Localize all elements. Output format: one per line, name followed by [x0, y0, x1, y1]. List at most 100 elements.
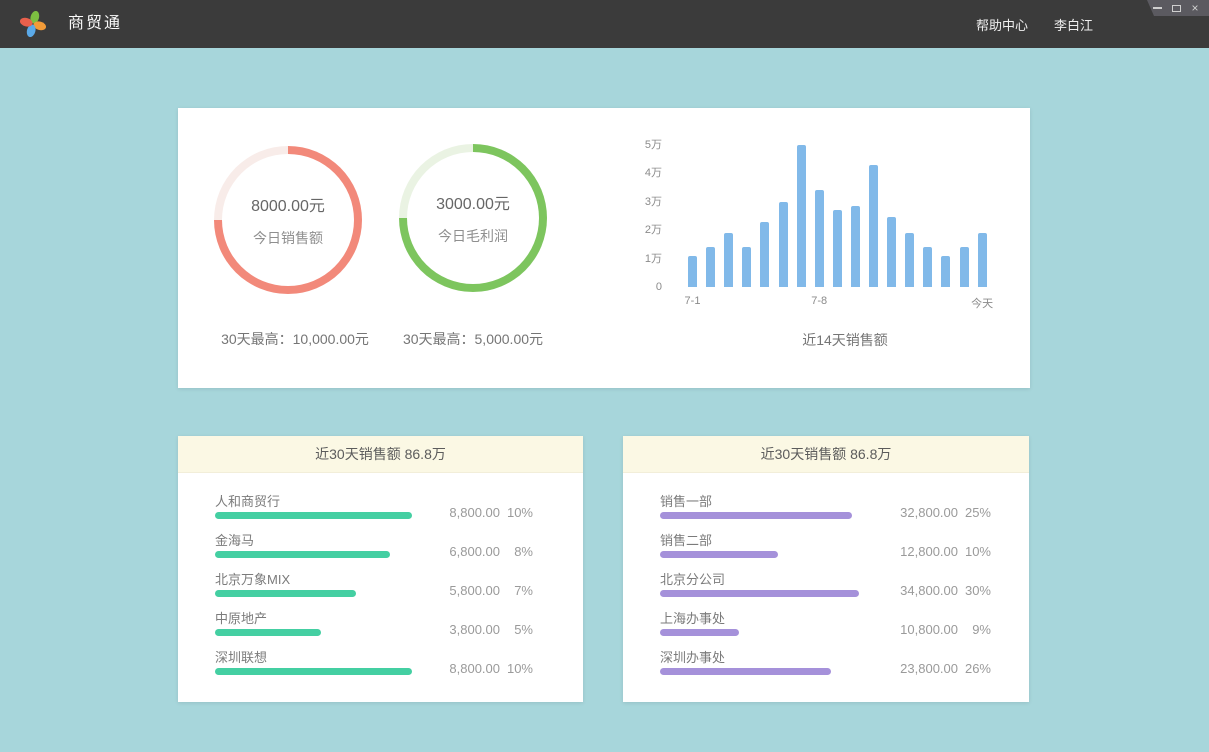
- sales-bar-day-13: [905, 233, 914, 287]
- sales-bar-day-1: [688, 256, 697, 287]
- row-values: 5,800.007%: [449, 583, 533, 598]
- sales-bar-day-5: [760, 222, 769, 287]
- row-bar: [215, 590, 356, 597]
- close-button[interactable]: ×: [1190, 2, 1200, 14]
- gauge-hole: 8000.00元 今日销售额: [222, 154, 354, 286]
- customers-sales-card: 近30天销售额 86.8万 人和商贸行8,800.0010%金海马6,800.0…: [178, 436, 583, 702]
- list-row: 北京分公司34,800.0030%: [660, 564, 991, 603]
- list-row: 销售一部32,800.0025%: [660, 486, 991, 525]
- row-values: 32,800.0025%: [900, 505, 991, 520]
- list-row: 中原地产3,800.005%: [215, 603, 533, 642]
- row-percent: 25%: [958, 505, 991, 520]
- sales-bar-day-17: [978, 233, 987, 287]
- topbar: 商贸通 帮助中心 李白江 ×: [0, 0, 1209, 48]
- list-row: 销售二部12,800.0010%: [660, 525, 991, 564]
- row-percent: 8%: [500, 544, 533, 559]
- row-values: 3,800.005%: [449, 622, 533, 637]
- row-percent: 10%: [500, 661, 533, 676]
- row-amount: 5,800.00: [449, 583, 500, 598]
- row-amount: 8,800.00: [449, 661, 500, 676]
- list-row: 深圳办事处23,800.0026%: [660, 642, 991, 681]
- customers-list: 人和商贸行8,800.0010%金海马6,800.008%北京万象MIX5,80…: [178, 473, 583, 681]
- sales-bar-day-12: [887, 217, 896, 287]
- app-logo-icon: [20, 11, 46, 37]
- gauge-today-sales: 8000.00元 今日销售额: [214, 146, 362, 294]
- departments-list: 销售一部32,800.0025%销售二部12,800.0010%北京分公司34,…: [623, 473, 1029, 681]
- row-values: 23,800.0026%: [900, 661, 991, 676]
- departments-card-header: 近30天销售额 86.8万: [623, 436, 1029, 473]
- row-bar: [660, 512, 852, 519]
- row-percent: 26%: [958, 661, 991, 676]
- customers-card-header: 近30天销售额 86.8万: [178, 436, 583, 473]
- row-bar: [215, 551, 390, 558]
- gauge-today-profit: 3000.00元 今日毛利润: [399, 144, 547, 292]
- row-bar: [660, 590, 859, 597]
- row-bar: [215, 629, 321, 636]
- y-axis-tick: 5万: [640, 137, 662, 153]
- daily-sales-chart: 01万2万3万4万5万7-17-8今天: [640, 135, 1020, 335]
- close-icon: ×: [1191, 2, 1198, 14]
- row-bar: [660, 629, 739, 636]
- list-row: 人和商贸行8,800.0010%: [215, 486, 533, 525]
- row-bar: [660, 668, 831, 675]
- list-row: 上海办事处10,800.009%: [660, 603, 991, 642]
- list-row: 深圳联想8,800.0010%: [215, 642, 533, 681]
- minimize-button[interactable]: [1152, 2, 1162, 14]
- row-percent: 30%: [958, 583, 991, 598]
- row-amount: 3,800.00: [449, 622, 500, 637]
- row-amount: 32,800.00: [900, 505, 958, 520]
- sales-bar-day-10: [851, 206, 860, 287]
- topbar-menu: 帮助中心 李白江: [976, 0, 1093, 48]
- sales-bar-day-15: [941, 256, 950, 287]
- sales-bar-day-8: [815, 190, 824, 287]
- row-bar: [215, 668, 412, 675]
- window-controls: ×: [1147, 0, 1209, 16]
- list-row: 北京万象MIX5,800.007%: [215, 564, 533, 603]
- row-amount: 10,800.00: [900, 622, 958, 637]
- row-values: 6,800.008%: [449, 544, 533, 559]
- gauge-value: 3000.00元: [436, 190, 510, 214]
- sales-bar-day-6: [779, 202, 788, 287]
- departments-sales-card: 近30天销售额 86.8万 销售一部32,800.0025%销售二部12,800…: [623, 436, 1029, 702]
- row-percent: 5%: [500, 622, 533, 637]
- help-center-link[interactable]: 帮助中心: [976, 15, 1028, 34]
- row-values: 8,800.0010%: [449, 505, 533, 520]
- row-percent: 9%: [958, 622, 991, 637]
- row-percent: 7%: [500, 583, 533, 598]
- daily-sales-chart-caption: 近14天销售额: [655, 330, 1035, 350]
- y-axis-tick: 1万: [640, 251, 662, 267]
- row-values: 8,800.0010%: [449, 661, 533, 676]
- gauge-footnote-profit-max: 30天最高：5,000.00元: [353, 329, 593, 349]
- row-amount: 23,800.00: [900, 661, 958, 676]
- maximize-icon: [1172, 5, 1181, 12]
- row-bar: [215, 512, 412, 519]
- row-amount: 12,800.00: [900, 544, 958, 559]
- gauge-label: 今日毛利润: [438, 226, 508, 246]
- maximize-button[interactable]: [1171, 2, 1181, 14]
- x-axis-tick: 今天: [971, 295, 993, 311]
- row-percent: 10%: [500, 505, 533, 520]
- y-axis-tick: 2万: [640, 222, 662, 238]
- sales-bar-day-4: [742, 247, 751, 287]
- gauge-value: 8000.00元: [251, 192, 325, 216]
- list-row: 金海马6,800.008%: [215, 525, 533, 564]
- overview-card: 8000.00元 今日销售额 3000.00元 今日毛利润 30天最高：10,0…: [178, 108, 1030, 388]
- sales-bar-day-9: [833, 210, 842, 287]
- sales-bar-day-14: [923, 247, 932, 287]
- user-menu[interactable]: 李白江: [1054, 15, 1093, 34]
- x-axis-tick: 7-1: [685, 295, 701, 307]
- sales-bar-day-7: [797, 145, 806, 287]
- row-bar: [660, 551, 778, 558]
- y-axis-tick: 3万: [640, 194, 662, 210]
- row-amount: 8,800.00: [449, 505, 500, 520]
- gauge-hole: 3000.00元 今日毛利润: [407, 152, 539, 284]
- sales-bar-day-11: [869, 165, 878, 287]
- row-amount: 34,800.00: [900, 583, 958, 598]
- sales-bar-day-3: [724, 233, 733, 287]
- sales-bar-day-2: [706, 247, 715, 287]
- y-axis-tick: 4万: [640, 165, 662, 181]
- row-values: 34,800.0030%: [900, 583, 991, 598]
- gauge-label: 今日销售额: [253, 228, 323, 248]
- y-axis-tick: 0: [640, 279, 662, 295]
- minimize-icon: [1153, 7, 1162, 9]
